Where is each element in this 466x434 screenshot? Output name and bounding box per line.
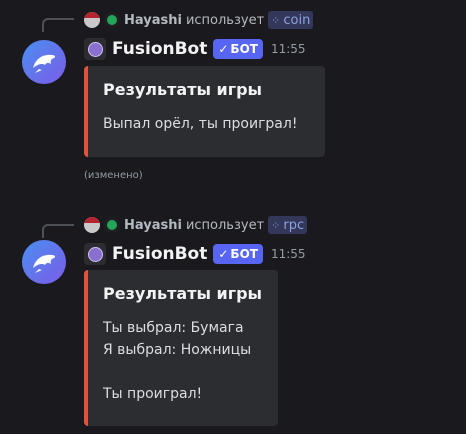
reply-username[interactable]: Hayashi: [124, 218, 182, 233]
author-name[interactable]: FusionBot: [112, 244, 207, 264]
online-status-icon: [104, 12, 120, 28]
command-name: rpc: [283, 217, 305, 233]
online-status-icon: [104, 217, 120, 233]
server-tag-icon: [84, 38, 106, 60]
bot-avatar[interactable]: [22, 40, 66, 84]
bot-tag-label: БОТ: [230, 247, 258, 261]
embed-card: Результаты игры Ты выбрал: Бумага Я выбр…: [84, 270, 278, 426]
bot-avatar[interactable]: [22, 240, 66, 284]
verified-check-icon: ✓: [218, 247, 229, 261]
embed-title: Результаты игры: [103, 80, 263, 99]
reply-username[interactable]: Hayashi: [124, 13, 182, 28]
embed-description: Ты выбрал: Бумага Я выбрал: Ножницы Ты п…: [103, 320, 252, 402]
slash-command-icon: ⁘: [271, 218, 281, 232]
embed-description: Выпал орёл, ты проиграл!: [103, 116, 298, 132]
reply-connector: [42, 224, 74, 238]
bot-tag: ✓ БОТ: [213, 39, 263, 59]
command-name: coin: [283, 12, 311, 28]
reply-reference[interactable]: Hayashi использует ⁘ rpc: [84, 215, 308, 235]
timestamp[interactable]: 11:55: [271, 247, 306, 261]
reply-connector: [42, 18, 74, 32]
reply-action: использует: [185, 12, 265, 28]
author-name[interactable]: FusionBot: [112, 39, 207, 59]
embed-card: Результаты игры Выпал орёл, ты проиграл!: [84, 66, 325, 157]
server-tag-icon: [84, 243, 106, 265]
dolphin-icon: [33, 254, 56, 273]
user-avatar-icon[interactable]: [84, 217, 100, 233]
bot-tag: ✓ БОТ: [213, 244, 263, 264]
slash-command-chip[interactable]: ⁘ coin: [268, 11, 314, 29]
reply-reference[interactable]: Hayashi использует ⁘ coin: [84, 10, 314, 30]
bot-tag-label: БОТ: [230, 42, 258, 56]
verified-check-icon: ✓: [218, 42, 229, 56]
dolphin-icon: [33, 54, 56, 73]
slash-command-chip[interactable]: ⁘ rpc: [268, 216, 308, 234]
message-header: FusionBot ✓ БОТ 11:55: [84, 241, 306, 267]
edited-label[interactable]: (изменено): [84, 170, 143, 181]
embed-title: Результаты игры: [103, 284, 263, 303]
timestamp[interactable]: 11:55: [271, 42, 306, 56]
slash-command-icon: ⁘: [271, 13, 281, 27]
reply-action: использует: [185, 217, 265, 233]
user-avatar-icon[interactable]: [84, 12, 100, 28]
message-header: FusionBot ✓ БОТ 11:55: [84, 36, 306, 62]
